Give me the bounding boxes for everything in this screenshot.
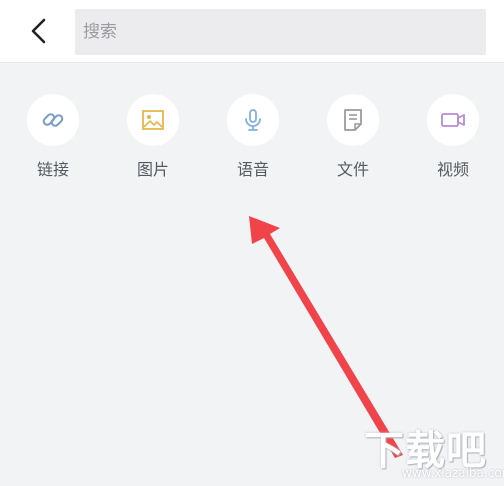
category-label: 图片 xyxy=(136,160,169,179)
category-label: 文件 xyxy=(336,160,369,179)
link-icon xyxy=(42,113,64,127)
category-row: 链接 图片 语音 文件 视频 xyxy=(0,94,504,184)
category-label: 语音 xyxy=(236,160,269,179)
chevron-left-icon xyxy=(31,18,46,44)
image-icon xyxy=(142,110,164,130)
category-file[interactable]: 文件 xyxy=(308,94,398,180)
document-icon xyxy=(344,109,362,131)
category-link[interactable]: 链接 xyxy=(8,94,98,180)
category-label: 链接 xyxy=(36,160,69,179)
category-video[interactable]: 视频 xyxy=(408,94,498,180)
category-voice[interactable]: 语音 xyxy=(208,94,298,180)
category-label: 视频 xyxy=(436,160,469,179)
top-bar xyxy=(0,0,504,63)
search-input[interactable] xyxy=(75,9,486,55)
watermark-text: 下载吧 xyxy=(364,428,487,474)
category-image[interactable]: 图片 xyxy=(108,94,198,180)
annotation-arrow xyxy=(249,216,403,458)
watermark-site: www.xiazaiba.com xyxy=(402,466,504,480)
back-button[interactable] xyxy=(24,14,56,48)
video-camera-icon xyxy=(441,113,465,127)
microphone-icon xyxy=(245,109,261,131)
watermark: 下载吧 www.xiazaiba.com xyxy=(362,412,504,486)
